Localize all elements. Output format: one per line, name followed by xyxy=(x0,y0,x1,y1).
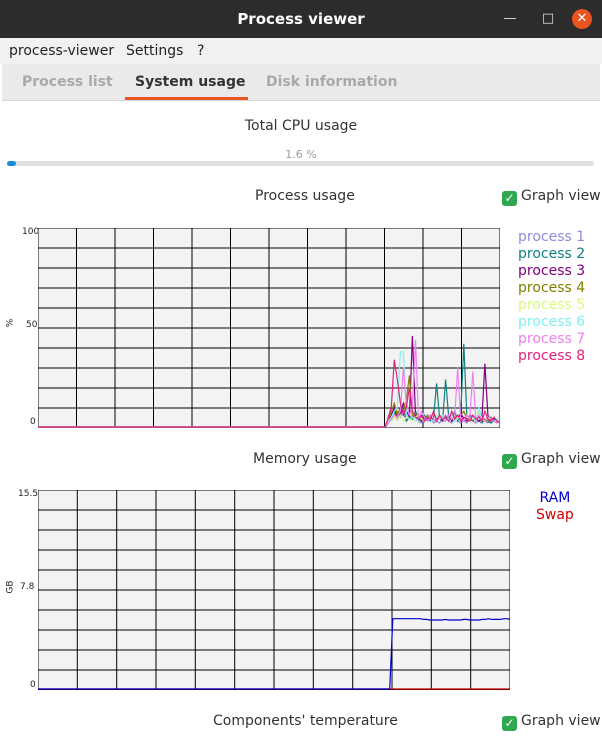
legend-process-7: process 7 xyxy=(518,331,586,347)
process-graph-view-toggle[interactable]: ✓ Graph view xyxy=(502,188,601,206)
tab-disk-information[interactable]: Disk information xyxy=(266,74,397,90)
process-y-tick-mid: 50 xyxy=(26,320,38,330)
tab-process-list[interactable]: Process list xyxy=(22,74,113,90)
active-tab-indicator xyxy=(125,97,248,100)
process-usage-chart xyxy=(38,228,500,428)
cpu-usage-title: Total CPU usage xyxy=(244,118,358,134)
legend-process-5: process 5 xyxy=(518,297,586,313)
menu-process-viewer[interactable]: process-viewer xyxy=(9,43,114,59)
legend-process-1: process 1 xyxy=(518,229,586,245)
memory-graph-view-toggle[interactable]: ✓ Graph view xyxy=(502,451,601,469)
graph-view-label: Graph view xyxy=(521,713,601,729)
close-icon[interactable]: ✕ xyxy=(572,9,592,29)
graph-view-label: Graph view xyxy=(521,451,601,467)
process-usage-title: Process usage xyxy=(255,188,355,204)
process-y-axis-label: % xyxy=(5,318,16,328)
legend-process-3: process 3 xyxy=(518,263,586,279)
cpu-usage-bar xyxy=(7,161,594,166)
process-legend: process 1 process 2 process 3 process 4 … xyxy=(518,229,585,365)
memory-usage-chart xyxy=(38,490,510,690)
menu-bar: process-viewer Settings ? xyxy=(0,38,602,64)
menu-settings[interactable]: Settings xyxy=(126,43,183,59)
graph-view-label: Graph view xyxy=(521,188,601,204)
window-titlebar: Process viewer — □ ✕ xyxy=(0,0,602,38)
temperature-graph-view-toggle[interactable]: ✓ Graph view xyxy=(502,713,601,731)
memory-usage-title: Memory usage xyxy=(253,451,357,467)
memory-legend: RAM Swap xyxy=(536,490,574,524)
cpu-usage-bar-fill xyxy=(7,161,17,166)
tab-system-usage[interactable]: System usage xyxy=(135,74,245,90)
legend-ram: RAM xyxy=(539,490,571,506)
legend-process-4: process 4 xyxy=(518,280,586,296)
maximize-icon[interactable]: □ xyxy=(538,9,558,29)
minimize-icon[interactable]: — xyxy=(500,9,520,29)
temperature-title: Components' temperature xyxy=(213,713,398,729)
process-y-tick-min: 0 xyxy=(30,417,36,427)
memory-y-tick-min: 0 xyxy=(30,680,36,690)
memory-y-tick-mid: 7.8 xyxy=(20,582,35,592)
legend-process-8: process 8 xyxy=(518,348,586,364)
tab-bar: Process list System usage Disk informati… xyxy=(2,64,600,101)
process-y-tick-max: 100 xyxy=(22,227,40,237)
memory-y-axis-label: GB xyxy=(5,580,16,594)
memory-y-tick-max: 15.5 xyxy=(18,489,39,499)
menu-help[interactable]: ? xyxy=(197,43,204,59)
checkbox-checked-icon: ✓ xyxy=(502,716,517,731)
checkbox-checked-icon: ✓ xyxy=(502,191,517,206)
checkbox-checked-icon: ✓ xyxy=(502,454,517,469)
legend-swap: Swap xyxy=(536,507,574,523)
legend-process-2: process 2 xyxy=(518,246,586,262)
cpu-usage-percent: 1.6 % xyxy=(285,148,317,161)
legend-process-6: process 6 xyxy=(518,314,586,330)
